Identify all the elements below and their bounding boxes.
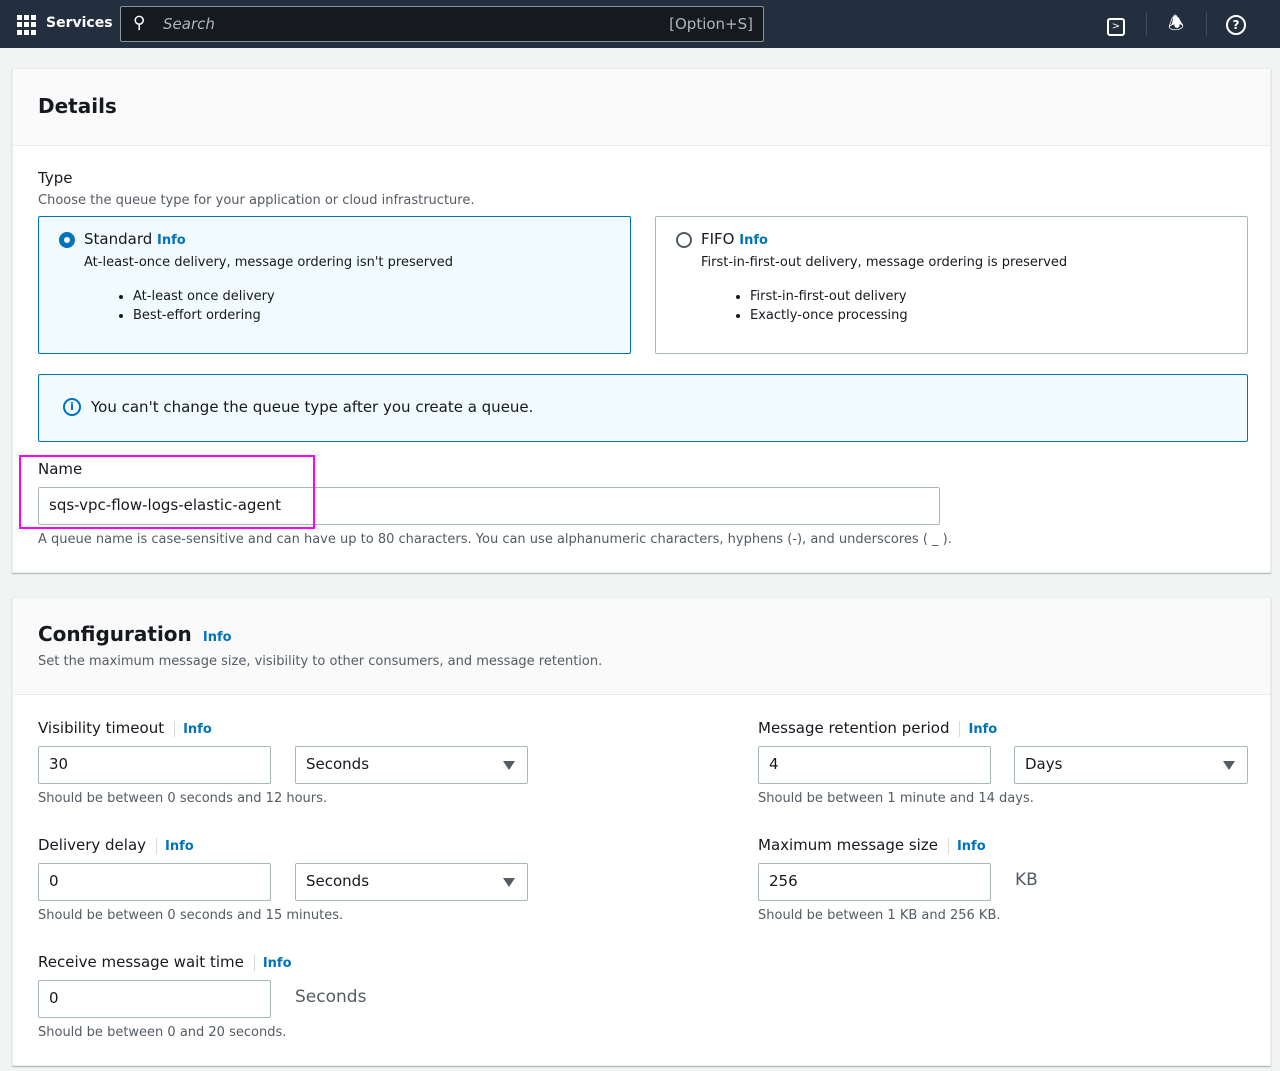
help-icon[interactable]: ?	[1224, 12, 1248, 36]
standard-bullet: Best-effort ordering	[133, 306, 275, 325]
standard-option-card[interactable]: Standard Info At-least-once delivery, me…	[38, 216, 631, 354]
details-panel: Details Type Choose the queue type for y…	[12, 68, 1271, 573]
name-hint: A queue name is case-sensitive and can h…	[38, 532, 952, 547]
fifo-bullet: First-in-first-out delivery	[750, 287, 908, 306]
standard-description: At-least-once delivery, message ordering…	[84, 255, 453, 270]
type-label: Type	[38, 169, 72, 187]
fifo-description: First-in-first-out delivery, message ord…	[701, 255, 1067, 270]
standard-bullet: At-least once delivery	[133, 287, 275, 306]
type-description: Choose the queue type for your applicati…	[38, 193, 474, 208]
wait-hint: Should be between 0 and 20 seconds.	[38, 1025, 286, 1040]
visibility-hint: Should be between 0 seconds and 12 hours…	[38, 791, 327, 806]
delay-info-link[interactable]: Info	[165, 839, 194, 854]
dropdown-arrow-icon	[1223, 761, 1235, 770]
max-message-size-input[interactable]: 256	[758, 863, 991, 901]
delay-label: Delivery delay	[38, 836, 146, 854]
visibility-unit-select[interactable]: Seconds	[295, 746, 528, 784]
retention-label: Message retention period	[758, 719, 949, 737]
details-title: Details	[38, 94, 117, 118]
delay-unit-value: Seconds	[306, 872, 369, 890]
delivery-delay-input[interactable]: 0	[38, 863, 271, 901]
search-input[interactable]: ⚲ Search [Option+S]	[120, 6, 764, 42]
configuration-description: Set the maximum message size, visibility…	[38, 654, 602, 669]
search-icon: ⚲	[133, 13, 145, 33]
queue-type-alert: i You can't change the queue type after …	[38, 374, 1248, 442]
search-placeholder: Search	[163, 15, 215, 33]
wait-unit: Seconds	[295, 987, 366, 1007]
visibility-label: Visibility timeout	[38, 719, 164, 737]
highlight-box	[19, 455, 315, 529]
maxsize-label: Maximum message size	[758, 836, 938, 854]
retention-info-link[interactable]: Info	[968, 722, 997, 737]
info-icon: i	[63, 398, 81, 416]
retention-unit-select[interactable]: Days	[1014, 746, 1248, 784]
fifo-bullet: Exactly-once processing	[750, 306, 908, 325]
fifo-option-card[interactable]: FIFO Info First-in-first-out delivery, m…	[655, 216, 1248, 354]
fifo-title: FIFO	[701, 230, 735, 248]
maxsize-info-link[interactable]: Info	[957, 839, 986, 854]
standard-radio[interactable]	[59, 232, 75, 248]
maxsize-unit: KB	[1015, 870, 1038, 890]
alert-text: You can't change the queue type after yo…	[91, 398, 533, 416]
visibility-unit-value: Seconds	[306, 755, 369, 773]
services-grid-icon[interactable]	[17, 15, 37, 35]
visibility-timeout-input[interactable]: 30	[38, 746, 271, 784]
fifo-info-link[interactable]: Info	[739, 233, 768, 248]
dropdown-arrow-icon	[503, 761, 515, 770]
retention-unit-value: Days	[1025, 755, 1062, 773]
delay-hint: Should be between 0 seconds and 15 minut…	[38, 908, 343, 923]
standard-info-link[interactable]: Info	[157, 233, 186, 248]
details-header: Details	[13, 69, 1270, 146]
wait-time-input[interactable]: 0	[38, 980, 271, 1018]
fifo-radio[interactable]	[676, 232, 692, 248]
cloudshell-icon[interactable]: >	[1104, 12, 1128, 36]
dropdown-arrow-icon	[503, 878, 515, 887]
configuration-info-link[interactable]: Info	[203, 630, 232, 645]
configuration-header: Configuration Info Set the maximum messa…	[13, 598, 1270, 695]
maxsize-hint: Should be between 1 KB and 256 KB.	[758, 908, 1001, 923]
wait-label: Receive message wait time	[38, 953, 244, 971]
standard-title: Standard	[84, 230, 152, 248]
delay-unit-select[interactable]: Seconds	[295, 863, 528, 901]
visibility-info-link[interactable]: Info	[183, 722, 212, 737]
divider	[1206, 12, 1207, 36]
configuration-title: Configuration	[38, 622, 192, 646]
bell-icon[interactable]: 🕭	[1164, 12, 1188, 36]
search-shortcut: [Option+S]	[669, 15, 753, 33]
wait-info-link[interactable]: Info	[263, 956, 292, 971]
retention-period-input[interactable]: 4	[758, 746, 991, 784]
configuration-panel: Configuration Info Set the maximum messa…	[12, 597, 1271, 1066]
divider	[1146, 12, 1147, 36]
retention-hint: Should be between 1 minute and 14 days.	[758, 791, 1034, 806]
services-menu[interactable]: Services	[46, 15, 113, 31]
top-nav: Services ⚲ Search [Option+S] > 🕭 ?	[0, 0, 1280, 48]
